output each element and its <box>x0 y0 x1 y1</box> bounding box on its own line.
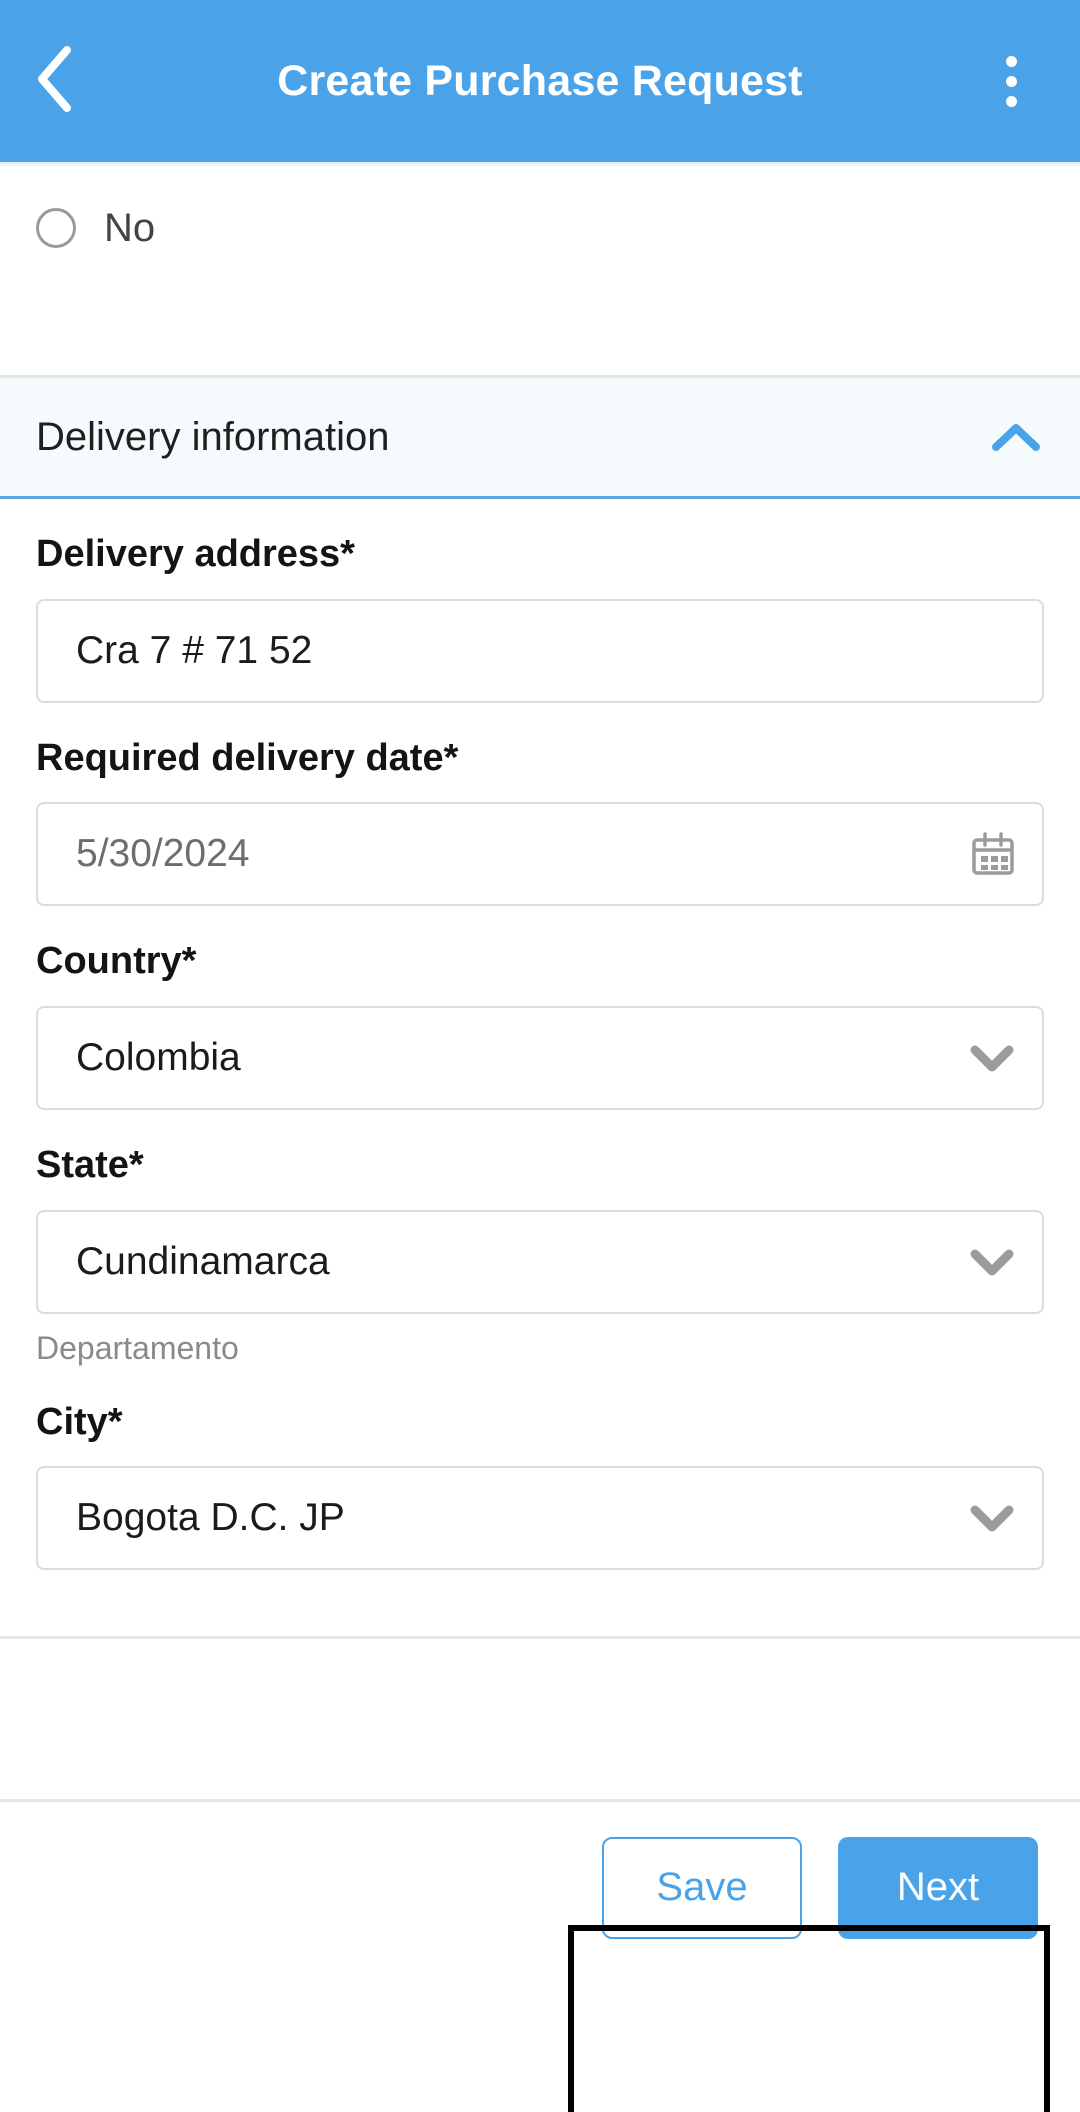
next-button[interactable]: Next <box>838 1836 1038 1939</box>
field-label: City* <box>36 1400 123 1443</box>
radio-unchecked-icon[interactable] <box>36 208 76 248</box>
chevron-left-icon <box>34 45 74 118</box>
purchase-request-screen: Create Purchase Request No Delivery info… <box>0 0 1080 2112</box>
section-header-delivery-information[interactable]: Delivery information <box>0 375 1080 499</box>
app-bar: Create Purchase Request <box>0 0 1080 162</box>
city-select[interactable]: Bogota D.C. JP <box>36 1466 1044 1571</box>
page-title: Create Purchase Request <box>277 56 803 105</box>
form-bottom-space <box>36 1570 1044 1636</box>
delivery-address-input[interactable]: Cra 7 # 71 52 <box>36 598 1044 703</box>
state-select[interactable]: Cundinamarca <box>36 1209 1044 1314</box>
footer-spacer <box>0 1639 1080 1800</box>
chevron-down-icon[interactable] <box>968 1246 1016 1278</box>
chevron-down-icon[interactable] <box>968 1502 1016 1534</box>
footer-actions: Save Next <box>0 1799 1080 1974</box>
calendar-icon[interactable] <box>970 831 1016 877</box>
field-label: Country* <box>36 940 197 983</box>
radio-option-no[interactable]: No <box>0 167 1080 289</box>
field-state: State* Cundinamarca Departamento <box>36 1110 1044 1367</box>
input-value: 5/30/2024 <box>76 832 250 876</box>
country-select[interactable]: Colombia <box>36 1006 1044 1111</box>
select-value: Cundinamarca <box>76 1239 330 1283</box>
required-delivery-date-input[interactable]: 5/30/2024 <box>36 802 1044 907</box>
field-label: Delivery address* <box>36 533 355 575</box>
kebab-dot <box>1005 95 1017 107</box>
input-value: Cra 7 # 71 52 <box>76 628 313 672</box>
field-delivery-address: Delivery address* Cra 7 # 71 52 <box>36 499 1044 703</box>
field-city: City* Bogota D.C. JP <box>36 1367 1044 1571</box>
kebab-dot <box>1005 75 1017 87</box>
radio-option-label: No <box>104 205 156 250</box>
select-value: Colombia <box>76 1036 241 1080</box>
kebab-menu-icon[interactable] <box>976 36 1046 126</box>
field-required-delivery-date: Required delivery date* 5/30/2024 <box>36 703 1044 907</box>
chevron-up-icon[interactable] <box>988 409 1044 465</box>
chevron-down-icon[interactable] <box>968 1042 1016 1074</box>
delivery-information-form: Delivery address* Cra 7 # 71 52 Required… <box>0 499 1080 1637</box>
kebab-dot <box>1005 55 1017 67</box>
field-label: Required delivery date* <box>36 736 459 779</box>
field-label: State* <box>36 1144 144 1187</box>
section-title: Delivery information <box>36 414 390 459</box>
state-helper-text: Departamento <box>36 1329 239 1366</box>
content-gap <box>0 289 1080 375</box>
field-country: Country* Colombia <box>36 906 1044 1111</box>
save-button[interactable]: Save <box>602 1836 802 1939</box>
back-button[interactable] <box>34 36 104 126</box>
select-value: Bogota D.C. JP <box>76 1496 345 1540</box>
